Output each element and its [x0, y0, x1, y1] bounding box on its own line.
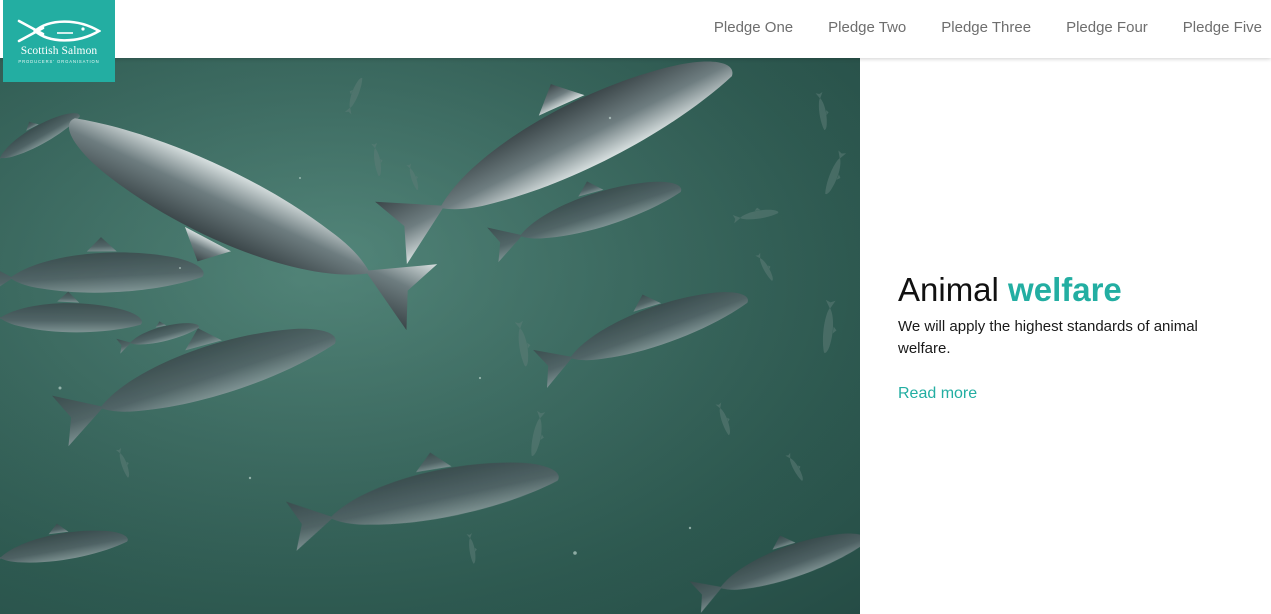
salmon-underwater-image — [0, 58, 860, 614]
main-nav: Pledge One Pledge Two Pledge Three Pledg… — [679, 19, 1262, 37]
logo-brand-name: Scottish Salmon — [20, 45, 98, 57]
title-plain: Animal — [898, 271, 999, 308]
site-header: Pledge One Pledge Two Pledge Three Pledg… — [0, 0, 1271, 58]
fish-logo-icon — [17, 19, 101, 43]
page-title: Animal welfare — [898, 270, 1238, 310]
pledge-description: We will apply the highest standards of a… — [898, 318, 1198, 357]
pledge-content: Animal welfare We will apply the highest… — [898, 270, 1238, 403]
nav-pledge-two[interactable]: Pledge Two — [828, 19, 906, 37]
nav-pledge-one[interactable]: Pledge One — [714, 19, 793, 37]
hero-salmon-image — [0, 58, 860, 614]
logo-subtitle: PRODUCERS' ORGANISATION — [18, 59, 100, 64]
site-logo[interactable]: Scottish Salmon PRODUCERS' ORGANISATION — [3, 0, 115, 82]
title-accent: welfare — [1008, 271, 1122, 308]
nav-pledge-three[interactable]: Pledge Three — [941, 19, 1031, 37]
read-more-link[interactable]: Read more — [898, 385, 977, 403]
nav-pledge-five[interactable]: Pledge Five — [1183, 19, 1262, 37]
nav-pledge-four[interactable]: Pledge Four — [1066, 19, 1148, 37]
